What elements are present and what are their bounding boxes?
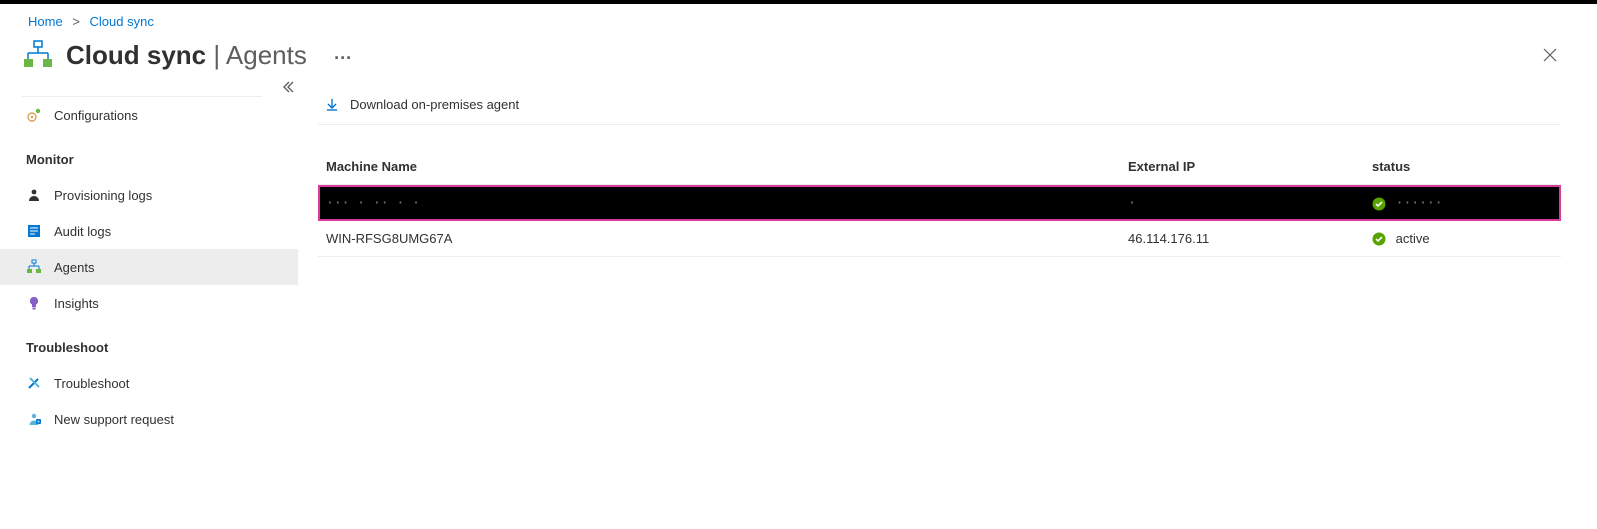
col-external-ip[interactable]: External IP xyxy=(1128,159,1372,174)
sidebar-item-label: Provisioning logs xyxy=(54,188,152,203)
main-content: Download on-premises agent Machine Name … xyxy=(298,85,1597,512)
close-blade-button[interactable] xyxy=(1533,44,1567,66)
download-icon xyxy=(324,97,340,113)
agents-table: Machine Name External IP status ··· · ··… xyxy=(318,149,1561,257)
sidebar-item-support[interactable]: + New support request xyxy=(0,401,298,437)
table-row[interactable]: ··· · ·· · · · ······ xyxy=(318,185,1561,221)
sidebar-heading-monitor: Monitor xyxy=(0,141,298,177)
breadcrumb-separator: > xyxy=(72,14,80,29)
sidebar-item-provisioning-logs[interactable]: Provisioning logs xyxy=(0,177,298,213)
download-agent-button[interactable]: Download on-premises agent xyxy=(318,97,525,113)
status-active-icon xyxy=(1372,232,1386,246)
external-ip: 46.114.176.11 xyxy=(1128,231,1372,246)
col-status[interactable]: status xyxy=(1372,159,1557,174)
sidebar-divider xyxy=(22,85,262,97)
sidebar: Configurations Monitor Provisioning logs… xyxy=(0,85,298,512)
sidebar-item-label: Insights xyxy=(54,296,99,311)
page-title-separator: | xyxy=(206,40,226,70)
cloud-sync-icon xyxy=(22,39,54,71)
toolbar: Download on-premises agent xyxy=(318,85,1561,125)
sidebar-item-insights[interactable]: Insights xyxy=(0,285,298,321)
sidebar-heading-troubleshoot: Troubleshoot xyxy=(0,329,298,365)
page-title-row: Cloud sync | Agents ··· xyxy=(0,33,1597,85)
external-ip-redacted: · xyxy=(1128,196,1136,211)
sidebar-item-label: Audit logs xyxy=(54,224,111,239)
page-title-sub: Agents xyxy=(226,40,307,70)
col-machine-name[interactable]: Machine Name xyxy=(322,159,1128,174)
sidebar-item-label: Configurations xyxy=(54,108,138,123)
insights-icon xyxy=(26,295,42,311)
sidebar-item-audit-logs[interactable]: Audit logs xyxy=(0,213,298,249)
sidebar-item-label: New support request xyxy=(54,412,174,427)
more-actions-button[interactable]: ··· xyxy=(334,48,352,68)
breadcrumb-home[interactable]: Home xyxy=(28,14,63,29)
sidebar-item-configurations[interactable]: Configurations xyxy=(0,97,298,133)
table-row[interactable]: WIN-RFSG8UMG67A 46.114.176.11 active xyxy=(318,221,1561,257)
collapse-sidebar-button[interactable] xyxy=(282,81,294,93)
provisioning-logs-icon xyxy=(26,187,42,203)
download-agent-label: Download on-premises agent xyxy=(350,97,519,112)
sidebar-item-troubleshoot[interactable]: Troubleshoot xyxy=(0,365,298,401)
page-title-main: Cloud sync xyxy=(66,40,206,70)
support-icon: + xyxy=(26,411,42,427)
table-header: Machine Name External IP status xyxy=(318,149,1561,185)
svg-text:+: + xyxy=(37,419,40,425)
machine-name: WIN-RFSG8UMG67A xyxy=(322,231,1128,246)
tools-icon xyxy=(26,375,42,391)
breadcrumb: Home > Cloud sync xyxy=(0,10,1597,33)
sidebar-item-agents[interactable]: Agents xyxy=(0,249,298,285)
agents-icon xyxy=(26,259,42,275)
page-title: Cloud sync | Agents ··· xyxy=(66,40,1533,71)
gear-icon xyxy=(26,107,42,123)
status-redacted: ······ xyxy=(1396,196,1443,211)
sidebar-item-label: Troubleshoot xyxy=(54,376,129,391)
status-label: active xyxy=(1396,231,1430,246)
machine-name-redacted: ··· · ·· · · xyxy=(326,196,420,211)
sidebar-item-label: Agents xyxy=(54,260,94,275)
breadcrumb-cloudsync[interactable]: Cloud sync xyxy=(90,14,154,29)
status-active-icon xyxy=(1372,197,1386,211)
audit-logs-icon xyxy=(26,223,42,239)
